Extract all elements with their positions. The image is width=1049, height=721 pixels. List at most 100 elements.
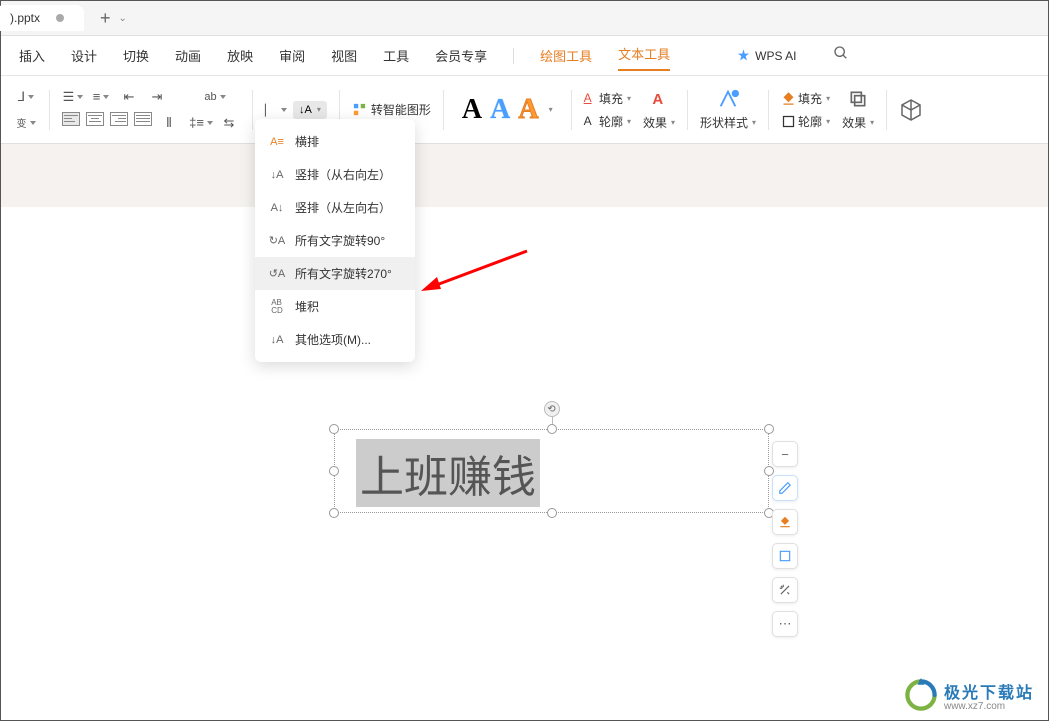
rotate-90-icon: ↻A — [269, 233, 285, 249]
fill-tool-button[interactable] — [772, 509, 798, 535]
bullets-dropdown[interactable]: ☰ — [62, 86, 84, 108]
vertical-ltr-icon: A↓ — [269, 200, 285, 216]
shape-style-icon — [717, 88, 739, 110]
tab-title: ).pptx — [10, 11, 40, 25]
ribbon-separator — [886, 90, 887, 130]
rotate-270-icon: ↺A — [269, 266, 285, 282]
align-left-button[interactable] — [62, 112, 80, 126]
menu-text-tools[interactable]: 文本工具 — [618, 40, 670, 71]
menu-design[interactable]: 设计 — [71, 42, 97, 69]
menu-slideshow[interactable]: 放映 — [227, 42, 253, 69]
tab-modified-dot — [56, 14, 64, 22]
menu-rotate-270[interactable]: ↺A 所有文字旋转270° — [255, 257, 415, 290]
resize-handle-tr[interactable] — [764, 424, 774, 434]
more-tools-button[interactable]: ⋯ — [772, 611, 798, 637]
textbox-selection[interactable]: ⟲ 上班赚钱 — [334, 429, 769, 513]
document-tab[interactable]: ).pptx — [0, 5, 84, 31]
resize-handle-tm[interactable] — [547, 424, 557, 434]
resize-handle-bm[interactable] — [547, 508, 557, 518]
text-effects-dropdown[interactable]: ab — [204, 86, 226, 108]
ribbon-textdir-group: ⎸ ↓A ▾ — [259, 99, 333, 121]
rotate-handle[interactable]: ⟲ — [544, 401, 560, 417]
menu-vertical-ltr[interactable]: A↓ 竖排（从左向右） — [255, 191, 415, 224]
char-spacing-button[interactable]: ⇆ — [218, 112, 240, 134]
magic-tool-button[interactable] — [772, 577, 798, 603]
align-right-button[interactable] — [110, 112, 128, 126]
distribute-button[interactable]: ⫴ — [158, 112, 180, 134]
new-tab-button[interactable]: + — [100, 8, 111, 29]
ribbon-shapestyle-group: 形状样式▾ — [694, 88, 762, 131]
valign-dropdown[interactable]: ⎸ — [265, 99, 287, 121]
ribbon-font-group: ⅃ 变 — [9, 86, 43, 134]
wordart-gallery[interactable]: A A A ▾ — [456, 92, 559, 128]
ribbon-3d-group — [893, 98, 929, 122]
menu-more-options[interactable]: ↓A 其他选项(M)... — [255, 323, 415, 356]
menu-rotate-90[interactable]: ↻A 所有文字旋转90° — [255, 224, 415, 257]
border-tool-button[interactable] — [772, 543, 798, 569]
text-fill-dropdown[interactable]: A 填充▾ — [584, 90, 631, 107]
increase-indent-button[interactable]: ⇥ — [146, 86, 168, 108]
pencil-icon — [778, 481, 792, 495]
watermark: 极光下载站 www.xz7.com — [904, 678, 1034, 712]
shape-effect-icon — [848, 88, 868, 110]
text-effect-dropdown[interactable]: 效果▾ — [643, 114, 675, 131]
menu-review[interactable]: 审阅 — [279, 42, 305, 69]
ribbon-shapeformat-group: 填充▾ 轮廓▾ 效果▾ — [775, 88, 880, 131]
floating-toolbar: − ⋯ — [772, 441, 798, 637]
ribbon-paragraph-group: ☰ ≡ ⇤ ⇥ ⫴ ab ‡≡ ⇆ — [56, 86, 246, 134]
font-variant-dropdown[interactable]: 变 — [15, 112, 37, 134]
wordart-style-3[interactable]: A — [518, 94, 538, 126]
menu-bar: 插入 设计 切换 动画 放映 审阅 视图 工具 会员专享 绘图工具 文本工具 W… — [1, 36, 1048, 76]
menu-separator — [513, 48, 514, 64]
menu-member[interactable]: 会员专享 — [435, 42, 487, 69]
menu-animation[interactable]: 动画 — [175, 42, 201, 69]
align-center-button[interactable] — [86, 112, 104, 126]
numbering-dropdown[interactable]: ≡ — [90, 86, 112, 108]
zoom-out-button[interactable]: − — [772, 441, 798, 467]
search-icon[interactable] — [833, 45, 849, 66]
menu-insert[interactable]: 插入 — [19, 42, 45, 69]
wordart-style-1[interactable]: A — [462, 94, 482, 126]
line-spacing-dropdown[interactable]: ‡≡ — [190, 112, 212, 134]
edit-button[interactable] — [772, 475, 798, 501]
decrease-indent-button[interactable]: ⇤ — [118, 86, 140, 108]
menu-stacked[interactable]: ABCD 堆积 — [255, 290, 415, 323]
menu-drawing-tools[interactable]: 绘图工具 — [540, 42, 592, 69]
font-style-dropdown[interactable]: ⅃ — [15, 86, 37, 108]
textbox-content[interactable]: 上班赚钱 — [356, 439, 540, 507]
wps-ai-button[interactable]: WPS AI — [736, 48, 796, 63]
wordart-style-2[interactable]: A — [490, 94, 510, 126]
wordart-more-dropdown[interactable]: ▾ — [549, 105, 553, 114]
watermark-url: www.xz7.com — [944, 701, 1034, 712]
shape-style-dropdown[interactable]: 形状样式▾ — [700, 114, 756, 131]
menu-transition[interactable]: 切换 — [123, 42, 149, 69]
ribbon-separator — [49, 90, 50, 130]
fill-icon: A — [584, 91, 592, 105]
text-direction-menu: A≡ 横排 ↓A 竖排（从右向左） A↓ 竖排（从左向右） ↻A 所有文字旋转9… — [255, 119, 415, 362]
shape-outline-dropdown[interactable]: 轮廓▾ — [781, 113, 830, 130]
shape-effect-dropdown[interactable]: 效果▾ — [842, 114, 874, 131]
shape-fill-dropdown[interactable]: 填充▾ — [781, 90, 830, 107]
stacked-icon: ABCD — [269, 299, 285, 315]
menu-tools[interactable]: 工具 — [383, 42, 409, 69]
ribbon-toolbar: ⅃ 变 ☰ ≡ ⇤ ⇥ ⫴ ab ‡≡ — [1, 76, 1048, 144]
text-direction-dropdown[interactable]: ↓A ▾ — [293, 101, 327, 119]
text-outline-dropdown[interactable]: A 轮廓▾ — [584, 113, 631, 130]
ribbon-separator — [571, 90, 572, 130]
wand-icon — [778, 583, 792, 597]
align-justify-button[interactable] — [134, 112, 152, 126]
resize-handle-ml[interactable] — [329, 466, 339, 476]
menu-vertical-rtl[interactable]: ↓A 竖排（从右向左） — [255, 158, 415, 191]
outline-icon — [781, 114, 796, 129]
ribbon-separator — [768, 90, 769, 130]
resize-handle-bl[interactable] — [329, 508, 339, 518]
bucket-icon — [778, 515, 792, 529]
menu-view[interactable]: 视图 — [331, 42, 357, 69]
tab-list-dropdown[interactable]: ⌄ — [119, 13, 127, 24]
ribbon-smart-group: 转智能图形 — [346, 101, 437, 118]
cube-icon[interactable] — [899, 98, 923, 122]
vertical-rtl-icon: ↓A — [269, 167, 285, 183]
resize-handle-tl[interactable] — [329, 424, 339, 434]
smart-graphic-button[interactable]: 转智能图形 — [352, 101, 431, 118]
menu-horizontal[interactable]: A≡ 横排 — [255, 125, 415, 158]
